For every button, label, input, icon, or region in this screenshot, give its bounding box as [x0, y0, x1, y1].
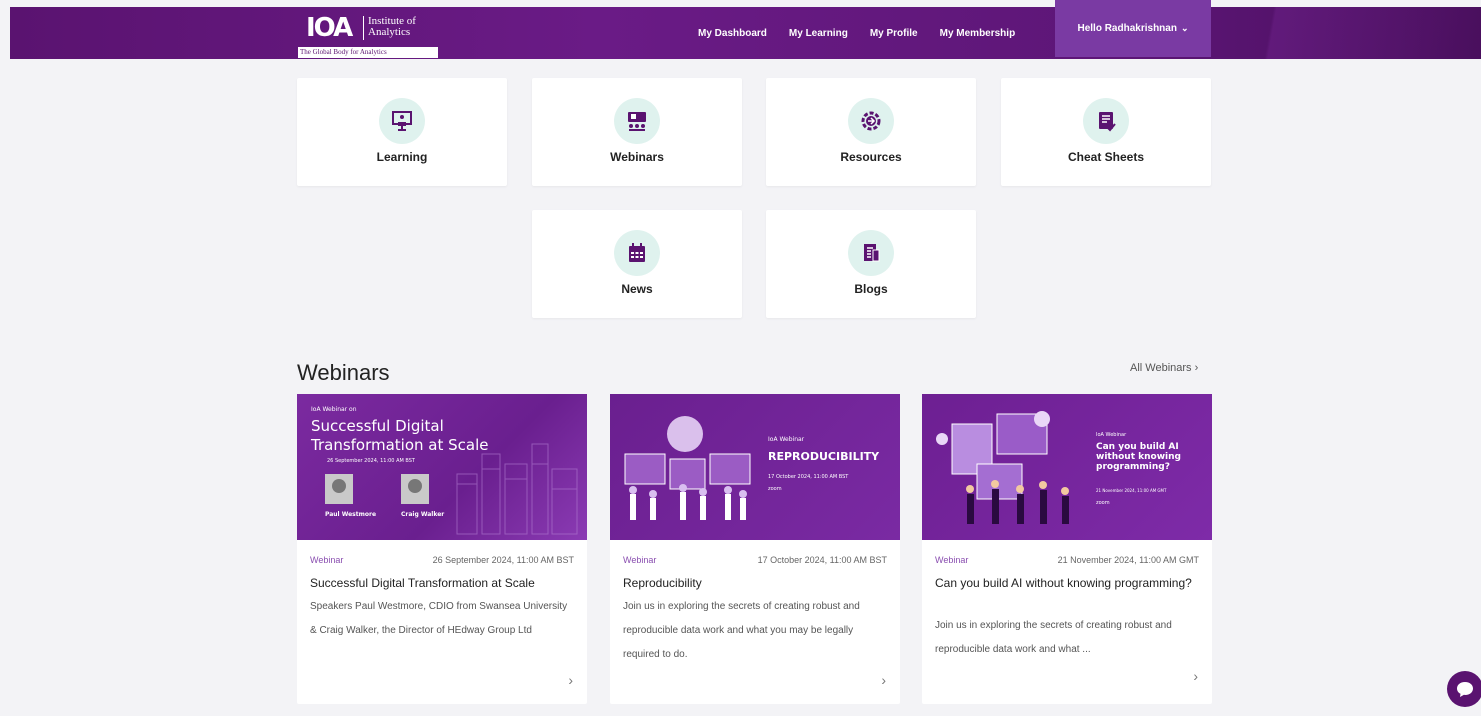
tile-resources[interactable]: Resources: [766, 78, 976, 186]
ioa-logo[interactable]: IOA Institute of Analytics The Global Bod…: [298, 13, 438, 59]
banner-line1: Successful Digital: [311, 417, 444, 435]
tile-blogs[interactable]: Blogs: [766, 210, 976, 318]
banner-platform: zoom: [1096, 500, 1110, 506]
banner-headline: Can you build AI without knowing program…: [1096, 442, 1181, 472]
banner-date: 26 September 2024, 11:00 AM BST: [327, 458, 415, 464]
main-nav: My Dashboard My Learning My Profile My M…: [698, 7, 1037, 59]
banner-date: 21 November 2024, 11:00 AM GMT: [1096, 488, 1167, 493]
tile-label: Cheat Sheets: [1067, 150, 1145, 164]
user-greeting: Hello Radhakrishnan: [1077, 23, 1177, 34]
chevron-down-icon: ⌄: [1180, 23, 1189, 33]
tile-label: Webinars: [610, 150, 664, 164]
nav-my-dashboard[interactable]: My Dashboard: [698, 28, 767, 39]
calendar-icon: [614, 230, 660, 276]
tile-cheat-sheets[interactable]: Cheat Sheets: [1001, 78, 1211, 186]
webinar-date: 17 October 2024, 11:00 AM BST: [757, 555, 887, 565]
banner-speaker: Craig Walker: [401, 511, 445, 518]
chevron-right-icon[interactable]: ›: [1193, 668, 1198, 684]
webinar-meta: Webinar 17 October 2024, 11:00 AM BST: [623, 555, 887, 565]
webinar-meta: Webinar 21 November 2024, 11:00 AM GMT: [935, 555, 1199, 565]
user-menu[interactable]: Hello Radhakrishnan ⌄: [1055, 0, 1211, 57]
banner-kicker: IoA Webinar on: [311, 406, 357, 413]
nav-my-profile[interactable]: My Profile: [870, 28, 918, 39]
webinar-date: 26 September 2024, 11:00 AM BST: [432, 555, 574, 565]
webinar-description: Join us in exploring the secrets of crea…: [935, 620, 1172, 655]
blog-document-icon: [848, 230, 894, 276]
banner-line2: Transformation at Scale: [311, 436, 489, 454]
banner-platform: zoom: [768, 486, 782, 492]
webinar-type: Webinar: [310, 555, 344, 565]
logo-name: Institute of Analytics: [368, 15, 416, 38]
header-decoration: [1181, 7, 1481, 59]
nav-my-membership[interactable]: My Membership: [940, 28, 1016, 39]
logo-mark: IOA: [306, 13, 353, 43]
webinar-title[interactable]: Can you build AI without knowing program…: [935, 574, 1199, 592]
webinar-description: Speakers Paul Westmore, CDIO from Swanse…: [310, 601, 568, 636]
webinar-title[interactable]: Successful Digital Transformation at Sca…: [310, 574, 574, 592]
webinar-date: 21 November 2024, 11:00 AM GMT: [1057, 555, 1199, 565]
banner-headline: REPRODUCIBILITY: [768, 450, 880, 463]
tile-label: Resources: [840, 150, 902, 164]
banner-speaker: Paul Westmore: [325, 511, 377, 518]
logo-tagline: The Global Body for Analytics: [298, 47, 438, 58]
tile-label: News: [621, 282, 653, 296]
chat-bubble-icon: [1457, 682, 1473, 697]
webinar-type: Webinar: [935, 555, 969, 565]
webinar-title[interactable]: Reproducibility: [623, 574, 887, 592]
webinar-card[interactable]: IoA Webinar on Successful Digital Transf…: [297, 394, 587, 704]
webinar-icon: [614, 98, 660, 144]
webinar-card[interactable]: IoA Webinar Can you build AI without kno…: [922, 394, 1212, 704]
tile-label: Learning: [376, 150, 428, 164]
tile-label: Blogs: [854, 282, 888, 296]
tile-news[interactable]: News: [532, 210, 742, 318]
tile-webinars[interactable]: Webinars: [532, 78, 742, 186]
webinar-banner: IoA Webinar on Successful Digital Transf…: [297, 394, 587, 540]
banner-kicker: IoA Webinar: [1096, 432, 1127, 438]
chevron-right-icon[interactable]: ›: [881, 672, 886, 688]
logo-divider: [363, 16, 364, 40]
top-navigation-bar: IOA Institute of Analytics The Global Bod…: [10, 7, 1481, 59]
people-screens-graphic: [624, 416, 751, 520]
chat-button[interactable]: [1447, 671, 1481, 707]
all-webinars-link[interactable]: All Webinars ›: [1130, 362, 1198, 374]
section-title-webinars: Webinars: [297, 360, 390, 385]
webinar-type: Webinar: [623, 555, 657, 565]
webinar-card[interactable]: IoA Webinar REPRODUCIBILITY 17 October 2…: [610, 394, 900, 704]
resources-gear-icon: [848, 98, 894, 144]
webinar-meta: Webinar 26 September 2024, 11:00 AM BST: [310, 555, 574, 565]
chevron-right-icon[interactable]: ›: [568, 672, 573, 688]
presentation-icon: [379, 98, 425, 144]
banner-kicker: IoA Webinar: [768, 436, 805, 443]
webinar-banner: IoA Webinar REPRODUCIBILITY 17 October 2…: [610, 394, 900, 540]
webinar-description: Join us in exploring the secrets of crea…: [623, 601, 860, 660]
city-skyline-graphic: [325, 443, 578, 535]
chevron-right-icon: ›: [1194, 362, 1199, 374]
nav-my-learning[interactable]: My Learning: [789, 28, 848, 39]
cheat-sheet-icon: [1083, 98, 1129, 144]
webinar-banner: IoA Webinar Can you build AI without kno…: [922, 394, 1212, 540]
tile-learning[interactable]: Learning: [297, 78, 507, 186]
banner-date: 17 October 2024, 11:00 AM BST: [768, 474, 849, 480]
